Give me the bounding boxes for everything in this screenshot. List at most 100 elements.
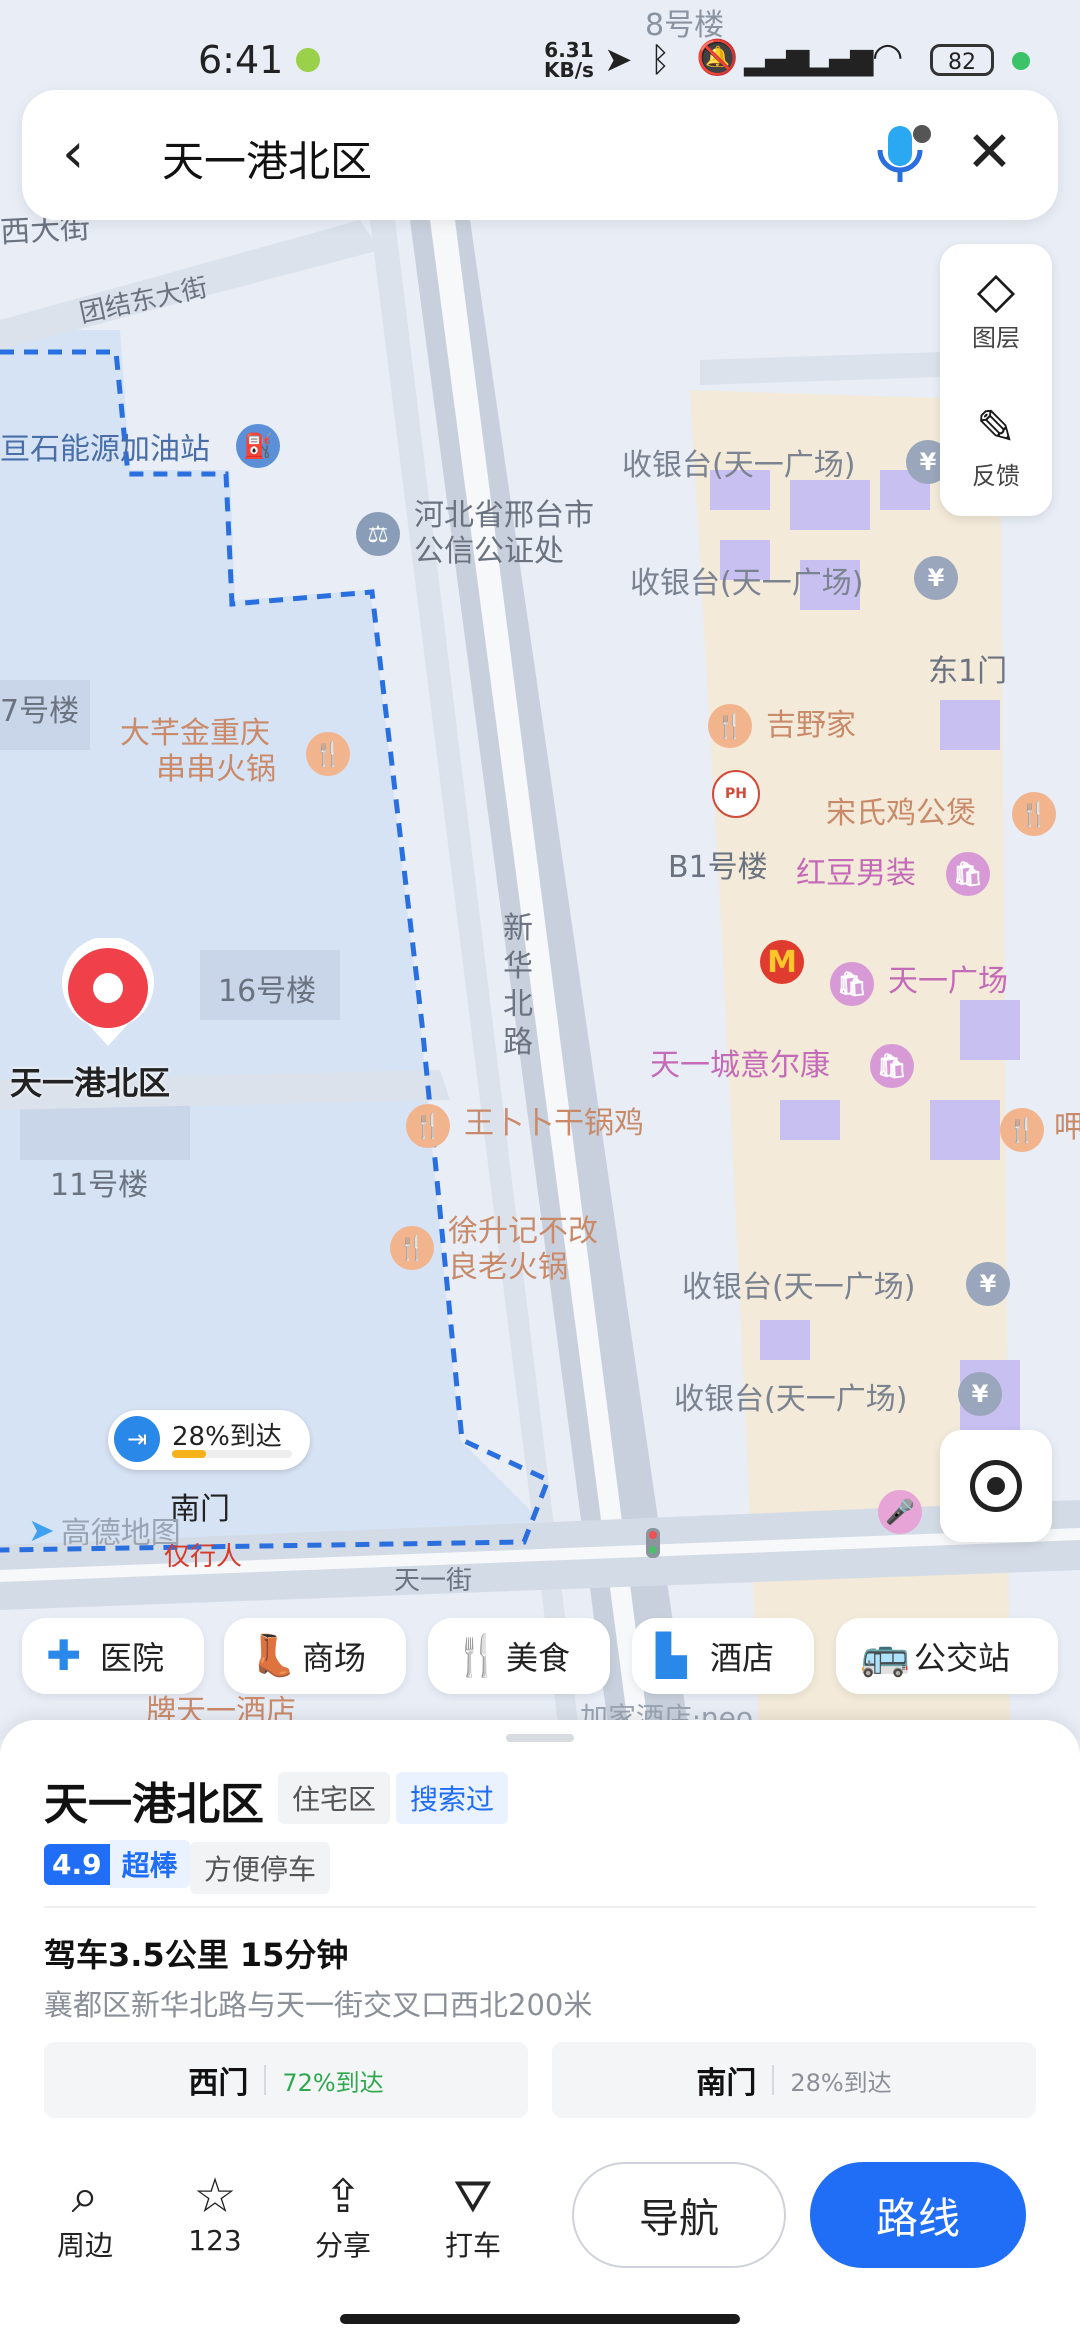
tianyi-plaza-icon[interactable]: 🛍 bbox=[830, 962, 874, 1006]
nearby-label: 周边 bbox=[56, 2229, 113, 2262]
location-pin-icon[interactable] bbox=[58, 936, 158, 1050]
shopping-bag-icon[interactable]: 🛍 bbox=[946, 852, 990, 896]
gate-progress-track bbox=[172, 1450, 292, 1458]
gas-station-icon[interactable]: ⛽ bbox=[236, 424, 280, 468]
taxi-flag-icon: ⛛ bbox=[453, 2169, 493, 2223]
wangbubu-label: 王卜卜干锅鸡 bbox=[464, 1106, 644, 1141]
panel-drag-handle[interactable] bbox=[506, 1734, 574, 1742]
cashier-3-icon[interactable]: ¥ bbox=[966, 1262, 1010, 1306]
tianyi-plaza-label: 天一广场 bbox=[888, 964, 1008, 999]
place-type-tag-text: 住宅区 bbox=[278, 1772, 391, 1824]
cashier-2-icon[interactable]: ¥ bbox=[914, 556, 958, 600]
category-bus-stop[interactable]: 🚌 公交站 bbox=[836, 1618, 1058, 1694]
category-hospital[interactable]: ✚ 医院 bbox=[22, 1618, 204, 1694]
cashier-4-label: 收银台(天一广场) bbox=[674, 1382, 908, 1417]
yoshinoya-icon[interactable]: 🍴 bbox=[708, 704, 752, 748]
map-base-shapes bbox=[0, 220, 1080, 1740]
rating-score: 4.9 bbox=[44, 1843, 110, 1885]
building-11-label: 11号楼 bbox=[50, 1168, 149, 1203]
map-canvas[interactable]: 8号楼 西大街 团结东大街 亘石能源加油站 ⛽ ⚖ 河北省邢台市 公信公证处 收… bbox=[0, 0, 1080, 1740]
navigate-button[interactable]: 导航 bbox=[572, 2162, 786, 2268]
wifi-icon: ◠ bbox=[872, 36, 904, 77]
songshi-label: 宋氏鸡公煲 bbox=[826, 796, 976, 831]
favorites-count: 123 bbox=[188, 2224, 242, 2257]
pizza-hut-logo[interactable]: PH bbox=[712, 770, 760, 818]
cashier-3-label: 收银台(天一广场) bbox=[682, 1270, 916, 1305]
south-gate-button[interactable]: 南门 28%到达 bbox=[552, 2042, 1036, 2118]
close-icon[interactable]: ✕ bbox=[966, 120, 1013, 186]
xusheng-label-line1: 徐升记不改 bbox=[448, 1214, 598, 1249]
notary-label-line1: 河北省邢台市 bbox=[414, 498, 594, 533]
ktv-icon[interactable]: 🎤 bbox=[878, 1490, 922, 1534]
category-hotel[interactable]: ▙ 酒店 bbox=[632, 1618, 814, 1694]
cashier-1-label: 收银台(天一广场) bbox=[622, 448, 856, 483]
category-bus-stop-label: 公交站 bbox=[914, 1639, 1011, 1677]
locate-me-button[interactable] bbox=[940, 1430, 1052, 1542]
category-mall[interactable]: 👢 商场 bbox=[224, 1618, 406, 1694]
home-indicator[interactable] bbox=[340, 2314, 740, 2324]
fork-knife-icon: 🍴 bbox=[452, 1633, 502, 1679]
share-icon: ⇪ bbox=[323, 2169, 363, 2223]
pen-icon: ✎ bbox=[975, 400, 1017, 456]
xusheng-icon[interactable]: 🍴 bbox=[390, 1226, 434, 1270]
notary-label-line2: 公信公证处 bbox=[414, 534, 564, 569]
hotel-building-icon: ▙ bbox=[656, 1633, 687, 1679]
west-gate-button[interactable]: 西门 72%到达 bbox=[44, 2042, 528, 2118]
layers-icon: ◇ bbox=[976, 261, 1016, 319]
gas-station-label: 亘石能源加油站 bbox=[0, 432, 210, 467]
back-arrow-icon[interactable]: ‹ bbox=[62, 124, 84, 184]
signal-2-icon: ▂▄▆ bbox=[808, 42, 873, 77]
share-button[interactable]: ⇪ 分享 bbox=[288, 2168, 398, 2264]
category-hotel-label: 酒店 bbox=[710, 1639, 775, 1677]
cashier-4-icon[interactable]: ¥ bbox=[958, 1372, 1002, 1416]
south-gate-pct: 28%到达 bbox=[790, 2068, 892, 2097]
feedback-button[interactable]: ✎ 反馈 bbox=[940, 400, 1052, 491]
route-button[interactable]: 路线 bbox=[810, 2162, 1026, 2268]
gate-arrival-bubble[interactable]: ⇥ 28%到达 bbox=[108, 1410, 310, 1470]
wangbubu-icon[interactable]: 🍴 bbox=[406, 1104, 450, 1148]
layers-button[interactable]: ◇ 图层 bbox=[940, 262, 1052, 353]
microphone-icon[interactable] bbox=[872, 122, 932, 188]
category-food[interactable]: 🍴 美食 bbox=[428, 1618, 610, 1694]
map-side-controls: ◇ 图层 ✎ 反馈 bbox=[940, 244, 1052, 516]
parking-tag-text: 方便停车 bbox=[190, 1842, 331, 1894]
searched-tag-text: 搜索过 bbox=[396, 1772, 509, 1824]
mcdonalds-logo[interactable]: M bbox=[760, 940, 804, 984]
parking-tag: 方便停车 bbox=[190, 1842, 331, 1894]
layers-label: 图层 bbox=[972, 324, 1020, 352]
status-indicator-dot bbox=[296, 48, 320, 72]
building-16-label: 16号楼 bbox=[218, 974, 317, 1009]
place-type-tag: 住宅区 bbox=[278, 1772, 391, 1824]
west-gate-pct: 72%到达 bbox=[282, 2068, 384, 2097]
taxi-button[interactable]: ⛛ 打车 bbox=[418, 2168, 528, 2264]
xusheng-label-line2: 良老火锅 bbox=[448, 1250, 568, 1285]
gate-door-icon: ⇥ bbox=[114, 1416, 160, 1462]
restaurant-icon[interactable]: 🍴 bbox=[306, 732, 350, 776]
pin-label: 天一港北区 bbox=[10, 1064, 171, 1102]
category-mall-label: 商场 bbox=[302, 1639, 367, 1677]
category-hospital-label: 医院 bbox=[100, 1639, 165, 1677]
nearby-button[interactable]: ⌕ 周边 bbox=[30, 2168, 140, 2264]
locate-icon bbox=[970, 1460, 1022, 1512]
share-label: 分享 bbox=[314, 2229, 371, 2262]
category-food-label: 美食 bbox=[506, 1639, 571, 1677]
gate-bubble-pct: 28%到达 bbox=[172, 1422, 282, 1452]
road-tianyi-label: 天一街 bbox=[394, 1566, 473, 1596]
address: 襄都区新华北路与天一街交叉口西北200米 bbox=[44, 1988, 593, 2022]
songshi-restaurant-icon[interactable]: 🍴 bbox=[1012, 792, 1056, 836]
edge-restaurant-icon[interactable]: 🍴 bbox=[1000, 1108, 1044, 1152]
edge-restaurant-label: 呷 bbox=[1054, 1110, 1080, 1145]
search-bar[interactable]: ‹ 天一港北区 ✕ bbox=[22, 90, 1058, 220]
net-speed: 6.31 KB/s bbox=[544, 40, 594, 80]
notary-icon[interactable]: ⚖ bbox=[356, 512, 400, 556]
location-arrow-icon: ➤ bbox=[604, 40, 633, 80]
battery-icon: 82 bbox=[930, 44, 994, 76]
star-icon: ☆ bbox=[193, 2168, 237, 2224]
favorites-button[interactable]: ☆ 123 bbox=[160, 2168, 270, 2257]
building-7-label: 7号楼 bbox=[0, 694, 80, 729]
south-gate-name: 南门 bbox=[696, 2066, 757, 2101]
tianyi-eon-icon[interactable]: 🛍 bbox=[870, 1044, 914, 1088]
search-query[interactable]: 天一港北区 bbox=[162, 128, 372, 189]
searched-tag: 搜索过 bbox=[396, 1772, 509, 1824]
status-time: 6:41 bbox=[198, 38, 284, 82]
